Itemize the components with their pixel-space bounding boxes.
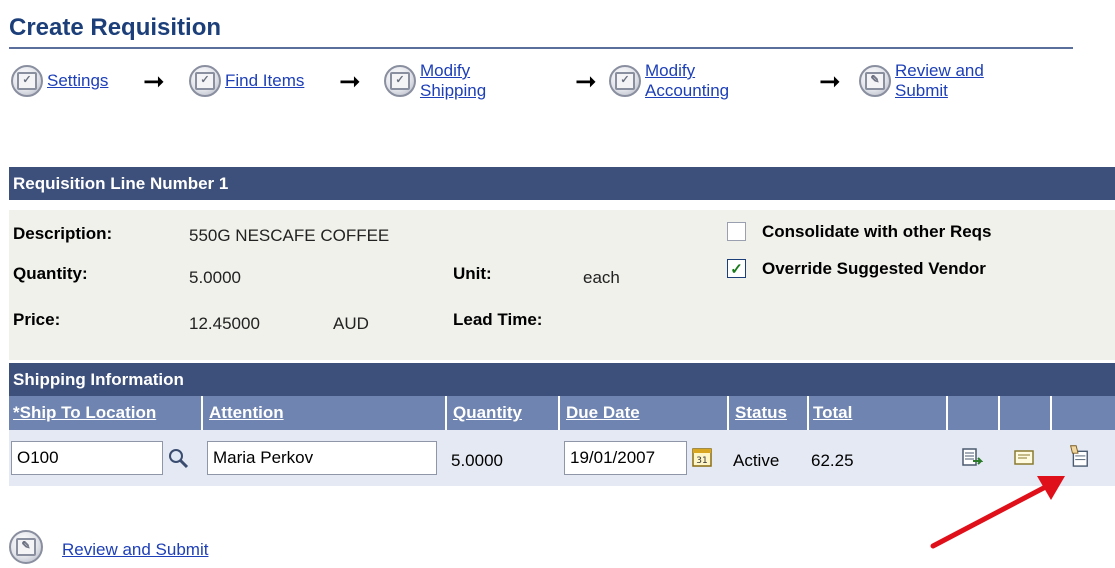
review-icon: ✎ — [9, 530, 43, 564]
price-value: 12.45000 — [189, 314, 260, 333]
step-check-icon: ✓ — [609, 65, 641, 97]
due-date-input[interactable]: 19/01/2007 — [564, 441, 687, 475]
shipping-info-header: Shipping Information — [9, 363, 1115, 396]
checkmark-icon: ✓ — [730, 260, 743, 278]
col-ship-to-location[interactable]: *Ship To Location — [9, 396, 156, 430]
quantity-value: 5.0000 — [189, 268, 241, 287]
step-modify-accounting-link[interactable]: Modify Accounting — [645, 61, 729, 101]
arrow-right-icon: ➞ — [143, 66, 165, 96]
step-check-icon: ✓ — [384, 65, 416, 97]
quantity-label: Quantity: — [13, 264, 88, 283]
step-label-line1: Modify — [645, 61, 696, 80]
step-label-line2: Submit — [895, 81, 948, 100]
step-find-items[interactable]: ✓ Find Items — [189, 65, 304, 97]
consolidate-checkbox[interactable] — [727, 222, 746, 241]
col-total[interactable]: Total — [809, 396, 852, 430]
step-check-icon: ✓ — [189, 65, 221, 97]
col-attention[interactable]: Attention — [205, 396, 284, 430]
step-review-submit[interactable]: ✎ Review and Submit — [859, 61, 984, 101]
row-total: 62.25 — [811, 451, 854, 470]
step-settings[interactable]: ✓ Settings — [11, 65, 108, 97]
review-submit-icon: ✎ — [859, 65, 891, 97]
unit-label: Unit: — [453, 264, 492, 283]
requisition-line-header: Requisition Line Number 1 — [9, 167, 1115, 200]
title-divider — [9, 47, 1073, 49]
step-label-line2: Shipping — [420, 81, 487, 100]
column-divider — [201, 396, 203, 430]
column-divider — [445, 396, 447, 430]
lookup-search-icon[interactable] — [166, 446, 190, 470]
column-divider — [727, 396, 729, 430]
step-modify-shipping-link[interactable]: Modify Shipping — [420, 61, 486, 101]
price-label: Price: — [13, 310, 61, 329]
step-modify-shipping[interactable]: ✓ Modify Shipping — [384, 61, 486, 101]
override-vendor-checkbox[interactable]: ✓ — [727, 259, 746, 278]
description-label: Description: — [13, 224, 113, 243]
ship-to-location-input[interactable]: O100 — [11, 441, 163, 475]
description-value: 550G NESCAFE COFFEE — [189, 226, 390, 245]
step-label-line1: Review and — [895, 61, 984, 80]
step-label-line2: Accounting — [645, 81, 730, 100]
attention-input[interactable]: Maria Perkov — [207, 441, 437, 475]
column-divider — [1050, 396, 1052, 430]
step-settings-link[interactable]: Settings — [47, 71, 108, 91]
step-find-items-link[interactable]: Find Items — [225, 71, 304, 91]
row-status: Active — [733, 451, 780, 470]
column-divider — [998, 396, 1000, 430]
col-due-date[interactable]: Due Date — [562, 396, 640, 430]
annotation-arrow-icon — [930, 476, 1065, 549]
step-review-submit-link[interactable]: Review and Submit — [895, 61, 984, 101]
col-quantity[interactable]: Quantity — [449, 396, 522, 430]
arrow-right-icon: ➞ — [819, 66, 841, 96]
override-vendor-label: Override Suggested Vendor — [762, 259, 986, 278]
review-and-submit-link[interactable]: Review and Submit — [62, 540, 208, 560]
review-submit-icon[interactable]: ✎ — [9, 530, 43, 564]
calendar-icon[interactable]: 31 — [690, 445, 714, 469]
row-quantity: 5.0000 — [451, 451, 503, 470]
lead-time-label: Lead Time: — [453, 310, 543, 329]
arrow-right-icon: ➞ — [575, 66, 597, 96]
column-divider — [558, 396, 560, 430]
page-title: Create Requisition — [9, 14, 222, 41]
arrow-right-icon: ➞ — [339, 66, 361, 96]
consolidate-label: Consolidate with other Reqs — [762, 222, 992, 241]
step-modify-accounting[interactable]: ✓ Modify Accounting — [609, 61, 729, 101]
currency-value: AUD — [333, 314, 369, 333]
column-divider — [946, 396, 948, 430]
col-status[interactable]: Status — [731, 396, 787, 430]
step-check-icon: ✓ — [11, 65, 43, 97]
step-label-line1: Modify — [420, 61, 471, 80]
svg-text:31: 31 — [696, 456, 707, 466]
unit-value: each — [583, 268, 620, 287]
